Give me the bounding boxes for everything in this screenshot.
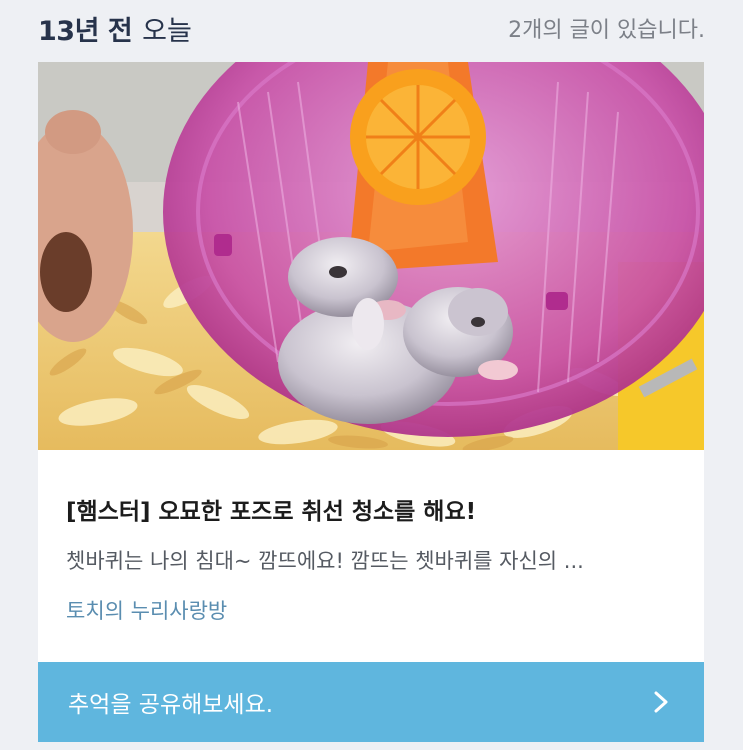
blog-name[interactable]: 토치의 누리사랑방	[66, 595, 227, 625]
post-thumbnail-image[interactable]	[38, 62, 704, 450]
today-label: 오늘	[142, 15, 192, 47]
post-excerpt: 쳇바퀴는 나의 침대~ 깜뜨에요! 깜뜨는 쳇바퀴를 자신의 ...	[66, 549, 584, 573]
chevron-right-icon	[654, 691, 668, 713]
post-count-label: 2개의 글이 있습니다.	[508, 18, 705, 43]
memory-date: 13년 전 오늘	[38, 9, 192, 48]
memory-header: 13년 전 오늘 2개의 글이 있습니다.	[38, 0, 705, 56]
years-ago-label: 13년 전	[38, 15, 133, 47]
share-memory-button[interactable]: 추억을 공유해보세요.	[38, 662, 704, 742]
post-title[interactable]: [햄스터] 오묘한 포즈로 취선 청소를 해요!	[66, 492, 476, 526]
share-memory-label: 추억을 공유해보세요.	[68, 692, 274, 718]
memory-post-card[interactable]: [햄스터] 오묘한 포즈로 취선 청소를 해요! 쳇바퀴는 나의 침대~ 깜뜨에…	[38, 62, 704, 742]
